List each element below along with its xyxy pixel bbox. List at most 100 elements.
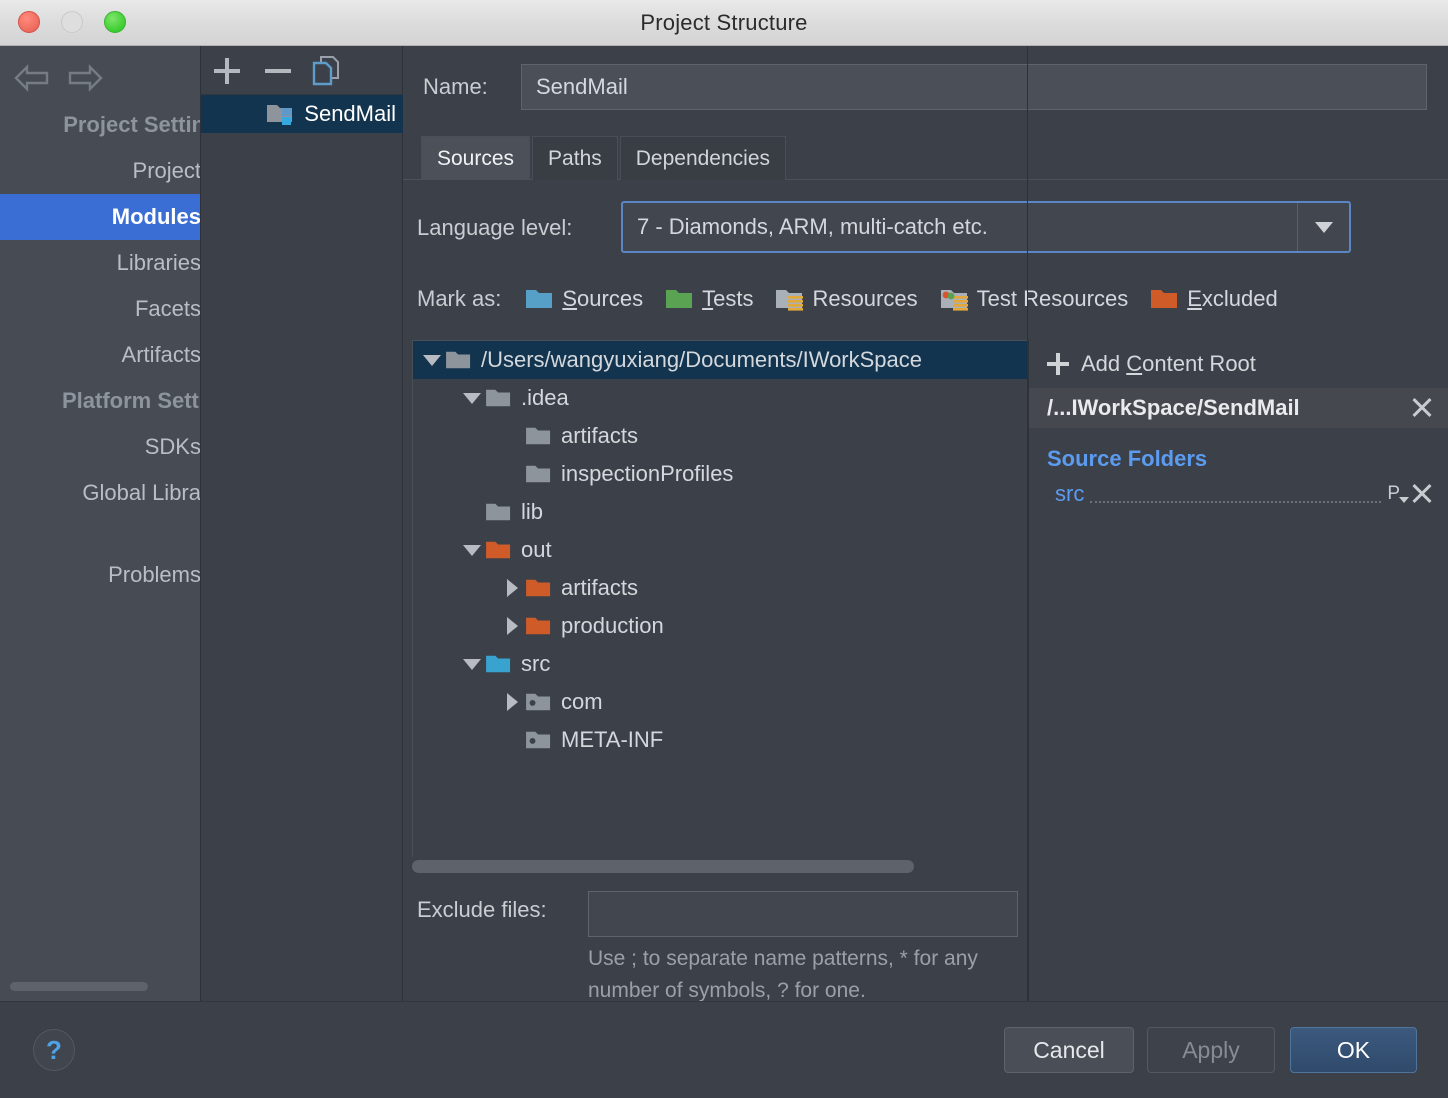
twisty-collapsed-icon[interactable] bbox=[499, 579, 525, 597]
mark-as-test-resources-button[interactable]: Test Resources bbox=[940, 286, 1129, 312]
module-name-row: Name: SendMail bbox=[403, 64, 1448, 110]
content-roots-panel: Add Content Root /...IWorkSpace/SendMail… bbox=[1028, 340, 1448, 1001]
language-level-label: Language level: bbox=[417, 215, 573, 240]
module-list-item-sendmail[interactable]: SendMail bbox=[201, 95, 403, 133]
minus-icon bbox=[265, 69, 291, 73]
language-level-select[interactable]: 7 - Diamonds, ARM, multi-catch etc. bbox=[621, 201, 1351, 253]
content-root-path: /...IWorkSpace/SendMail bbox=[1047, 395, 1300, 420]
tree-row-label: lib bbox=[521, 499, 544, 524]
tree-row-label: out bbox=[521, 537, 552, 562]
sidebar-item-label: Project bbox=[132, 158, 201, 183]
remove-source-folder-icon[interactable] bbox=[1410, 482, 1434, 506]
chevron-down-icon[interactable] bbox=[1297, 203, 1349, 251]
sidebar-item-artifacts[interactable]: Artifacts bbox=[0, 332, 201, 378]
sidebar-item-label: Platform Setti bbox=[61, 388, 201, 413]
sidebar-horizontal-scrollbar[interactable] bbox=[10, 982, 148, 991]
folder-icon bbox=[1151, 290, 1178, 308]
tree-row[interactable]: .idea bbox=[413, 379, 1030, 417]
sidebar-item-label: Modules bbox=[111, 204, 201, 229]
package-icon bbox=[526, 731, 551, 749]
add-content-root-button[interactable]: Add Content Root bbox=[1029, 340, 1448, 388]
content-tree[interactable]: /Users/wangyuxiang/Documents/IWorkSpace.… bbox=[412, 340, 1031, 825]
tree-row[interactable]: production bbox=[413, 607, 1030, 645]
exclude-files-label: Exclude files: bbox=[417, 897, 547, 922]
twisty-expanded-icon[interactable] bbox=[419, 354, 445, 366]
mark-as-option-label: Tests bbox=[702, 286, 754, 311]
twisty-collapsed-icon[interactable] bbox=[499, 617, 525, 635]
tree-row[interactable]: artifacts bbox=[413, 569, 1030, 607]
window-title: Project Structure bbox=[640, 10, 808, 35]
package-prefix-icon[interactable]: P bbox=[1387, 483, 1409, 505]
tree-row[interactable]: META-INF bbox=[413, 721, 1030, 759]
sidebar-nav bbox=[0, 54, 200, 98]
mark-as-option-label: Test Resources bbox=[976, 286, 1129, 311]
back-arrow-icon[interactable] bbox=[13, 64, 53, 92]
tree-row[interactable]: src bbox=[413, 645, 1030, 683]
folder-icon bbox=[526, 427, 551, 445]
sidebar-item-problems[interactable]: Problems bbox=[0, 552, 201, 598]
twisty-expanded-icon[interactable] bbox=[459, 544, 485, 556]
tree-horizontal-scrollbar[interactable] bbox=[412, 860, 914, 873]
source-folder-row-src[interactable]: src P bbox=[1029, 476, 1448, 512]
mark-as-option-label: Resources bbox=[812, 286, 918, 311]
help-button[interactable]: ? bbox=[33, 1029, 75, 1071]
tree-row[interactable]: out bbox=[413, 531, 1030, 569]
folder-icon bbox=[486, 541, 511, 559]
language-level-row: Language level: 7 - Diamonds, ARM, multi… bbox=[403, 201, 1448, 255]
plus-icon bbox=[214, 58, 240, 84]
mark-as-excluded-button[interactable]: Excluded bbox=[1150, 286, 1278, 312]
folder-icon bbox=[940, 290, 968, 311]
sidebar-item-label: Facets bbox=[134, 296, 201, 321]
folder-icon bbox=[526, 290, 553, 308]
mark-as-sources-button[interactable]: Sources bbox=[525, 286, 643, 312]
mark-as-tests-button[interactable]: Tests bbox=[665, 286, 753, 312]
twisty-collapsed-icon[interactable] bbox=[499, 693, 525, 711]
sidebar-item-label: Project Settin bbox=[63, 112, 201, 137]
sidebar-item-label: Artifacts bbox=[121, 342, 201, 367]
tree-row[interactable]: inspectionProfiles bbox=[413, 455, 1030, 493]
tree-row[interactable]: artifacts bbox=[413, 417, 1030, 455]
tree-row[interactable]: /Users/wangyuxiang/Documents/IWorkSpace bbox=[413, 341, 1030, 379]
twisty-expanded-icon[interactable] bbox=[459, 658, 485, 670]
sidebar-item-project[interactable]: Project bbox=[0, 148, 201, 194]
sidebar-item-label: Problems bbox=[108, 562, 201, 587]
sidebar-item-label: Libraries bbox=[116, 250, 201, 275]
tree-row-label: inspectionProfiles bbox=[561, 461, 734, 486]
forward-arrow-icon[interactable] bbox=[64, 64, 104, 92]
cancel-button[interactable]: Cancel bbox=[1004, 1027, 1134, 1073]
tab-paths[interactable]: Paths bbox=[532, 136, 618, 180]
tab-dependencies[interactable]: Dependencies bbox=[619, 136, 787, 180]
remove-module-button[interactable] bbox=[259, 52, 297, 90]
tab-label: Dependencies bbox=[635, 147, 771, 170]
mark-as-resources-button[interactable]: Resources bbox=[775, 286, 918, 312]
modules-panel: SendMail bbox=[201, 46, 403, 1001]
sidebar-item-facets[interactable]: Facets bbox=[0, 286, 201, 332]
sidebar-item-global-libra[interactable]: Global Libra bbox=[0, 470, 200, 516]
module-name-label: SendMail bbox=[304, 101, 396, 126]
sidebar-item-libraries[interactable]: Libraries bbox=[0, 240, 201, 286]
tab-sources[interactable]: Sources bbox=[421, 136, 531, 180]
module-name-input[interactable]: SendMail bbox=[521, 64, 1427, 110]
dotted-leader bbox=[1090, 485, 1382, 503]
tree-row-label: META-INF bbox=[561, 727, 664, 752]
tree-row[interactable]: lib bbox=[413, 493, 1030, 531]
twisty-expanded-icon[interactable] bbox=[459, 392, 485, 404]
content-root-header[interactable]: /...IWorkSpace/SendMail bbox=[1029, 388, 1448, 428]
mark-as-option-label: Excluded bbox=[1187, 286, 1278, 311]
exclude-files-hint: Use ; to separate name patterns, * for a… bbox=[588, 947, 978, 1002]
apply-button[interactable]: Apply bbox=[1147, 1027, 1275, 1073]
sidebar-item-sdks[interactable]: SDKs bbox=[0, 424, 200, 470]
language-level-value: 7 - Diamonds, ARM, multi-catch etc. bbox=[637, 214, 988, 239]
exclude-files-input[interactable] bbox=[588, 891, 1018, 937]
editor-tabs: Sources Paths Dependencies bbox=[421, 136, 788, 180]
tree-row-label: com bbox=[561, 689, 603, 714]
folder-icon bbox=[666, 290, 693, 308]
ok-button[interactable]: OK bbox=[1290, 1027, 1417, 1073]
add-module-button[interactable] bbox=[208, 52, 246, 90]
remove-content-root-icon[interactable] bbox=[1410, 396, 1434, 420]
folder-icon bbox=[486, 503, 511, 521]
tree-row[interactable]: com bbox=[413, 683, 1030, 721]
module-folder-icon bbox=[267, 105, 293, 125]
sidebar-item-modules[interactable]: Modules bbox=[0, 194, 201, 240]
copy-module-button[interactable] bbox=[307, 52, 345, 90]
